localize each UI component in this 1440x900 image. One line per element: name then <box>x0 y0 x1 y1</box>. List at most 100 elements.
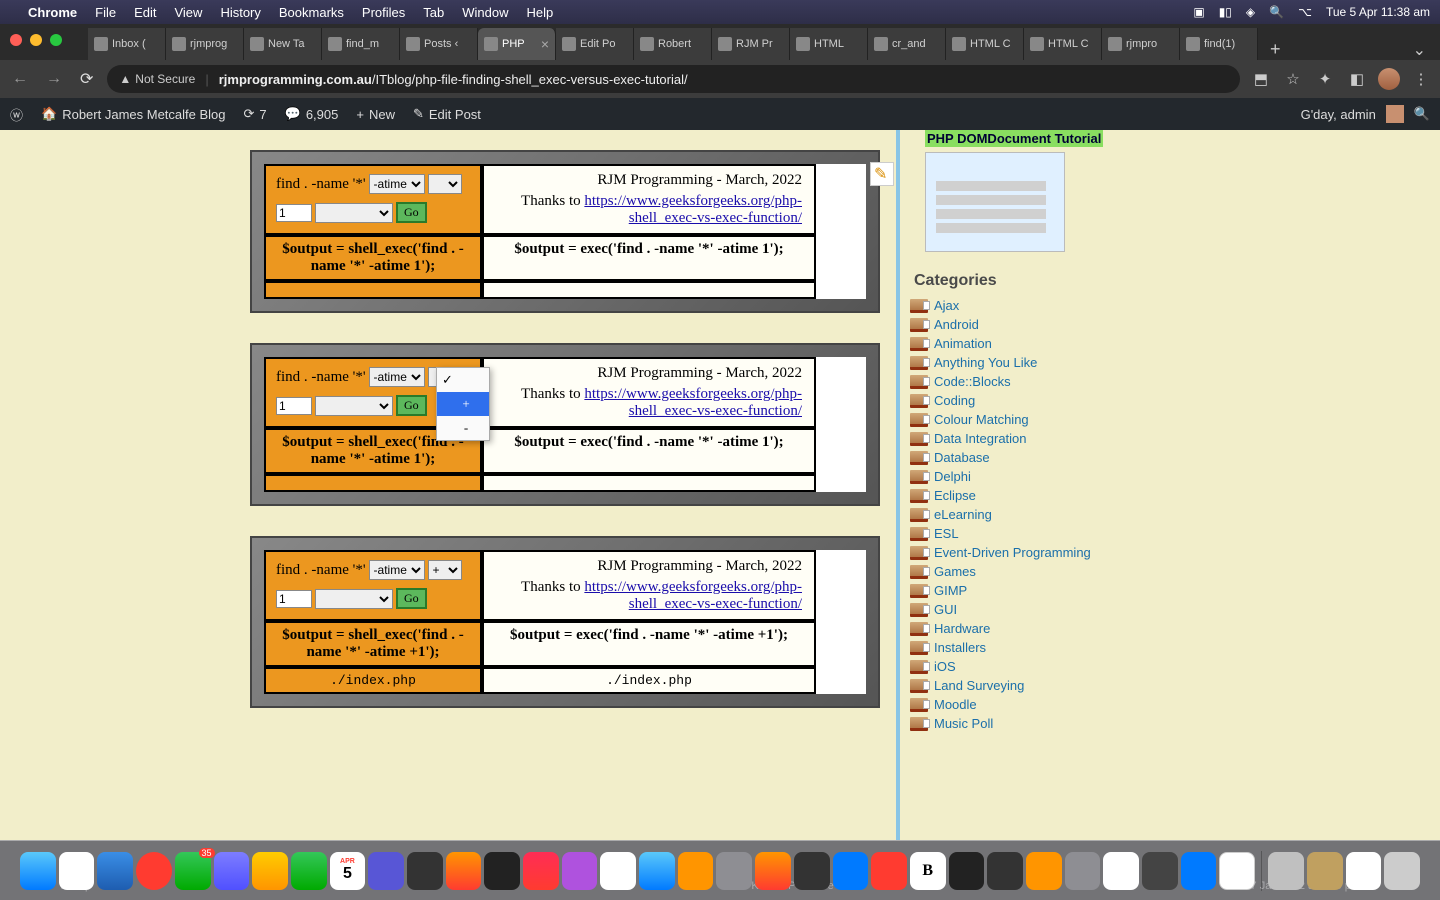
new-tab-button[interactable]: + <box>1258 39 1293 60</box>
tab-13[interactable]: rjmpro <box>1102 28 1180 60</box>
tab-1[interactable]: rjmprog <box>166 28 244 60</box>
tab-14[interactable]: find(1) <box>1180 28 1258 60</box>
wp-logo-icon[interactable]: ⓦ <box>10 105 23 124</box>
wp-new[interactable]: + New <box>356 107 395 122</box>
unit-select[interactable] <box>315 589 393 609</box>
wp-search-icon[interactable]: 🔍 <box>1414 106 1430 122</box>
gimp-dock-icon[interactable] <box>1142 852 1178 890</box>
category-link[interactable]: Land Surveying <box>934 678 1024 693</box>
category-link[interactable]: Coding <box>934 393 975 408</box>
tab-3[interactable]: find_m <box>322 28 400 60</box>
stocks-icon[interactable] <box>407 852 443 890</box>
menu-file[interactable]: File <box>95 5 116 20</box>
atime-select[interactable]: -atime <box>369 174 425 194</box>
tab-12[interactable]: HTML C <box>1024 28 1102 60</box>
category-link[interactable]: Ajax <box>934 298 959 313</box>
category-link[interactable]: Anything You Like <box>934 355 1037 370</box>
category-link[interactable]: GIMP <box>934 583 967 598</box>
category-link[interactable]: Database <box>934 450 990 465</box>
clock[interactable]: Tue 5 Apr 11:38 am <box>1326 5 1430 19</box>
category-link[interactable]: Event-Driven Programming <box>934 545 1091 560</box>
search-icon[interactable]: 🔍 <box>1269 5 1284 19</box>
category-link[interactable]: Music Poll <box>934 716 993 731</box>
wp-edit-post[interactable]: ✎ Edit Post <box>413 106 481 122</box>
tab-11[interactable]: HTML C <box>946 28 1024 60</box>
system-prefs-icon[interactable] <box>1065 852 1101 890</box>
wp-comments[interactable]: 💬 6,905 <box>285 106 339 122</box>
category-link[interactable]: GUI <box>934 602 957 617</box>
launchpad-icon[interactable] <box>59 852 95 890</box>
category-link[interactable]: Games <box>934 564 976 579</box>
widget-title[interactable]: PHP DOMDocument Tutorial <box>925 130 1103 147</box>
wp-site-link[interactable]: 🏠 Robert James Metcalfe Blog <box>41 106 225 122</box>
dropdown-option[interactable] <box>437 368 489 392</box>
calendar-icon[interactable]: APR5 <box>330 852 366 890</box>
wifi-icon[interactable]: ◈ <box>1246 5 1255 19</box>
wp-avatar-icon[interactable] <box>1386 105 1404 123</box>
menu-help[interactable]: Help <box>527 5 554 20</box>
menu-edit[interactable]: Edit <box>134 5 156 20</box>
menu-tab[interactable]: Tab <box>423 5 444 20</box>
category-link[interactable]: ESL <box>934 526 959 541</box>
minimize-window-icon[interactable] <box>30 34 42 46</box>
menu-bookmarks[interactable]: Bookmarks <box>279 5 344 20</box>
category-link[interactable]: Delphi <box>934 469 971 484</box>
audio-icon[interactable] <box>1026 852 1062 890</box>
battery-icon[interactable]: ▮▯ <box>1219 5 1232 19</box>
calculator-icon[interactable] <box>794 852 830 890</box>
tv-icon[interactable] <box>484 852 520 890</box>
n-input[interactable] <box>276 397 312 415</box>
tab-7[interactable]: Robert <box>634 28 712 60</box>
install-icon[interactable]: ⬒ <box>1250 68 1272 90</box>
category-link[interactable]: Eclipse <box>934 488 976 503</box>
finder-icon[interactable] <box>20 852 56 890</box>
n-input[interactable] <box>276 590 312 608</box>
tab-8[interactable]: RJM Pr <box>712 28 790 60</box>
tabs-overflow-button[interactable]: ⌄ <box>1399 40 1440 60</box>
close-window-icon[interactable] <box>10 34 22 46</box>
credit-link[interactable]: https://www.geeksforgeeks.org/php-shell_… <box>584 193 802 226</box>
facetime-icon[interactable] <box>291 852 327 890</box>
menu-view[interactable]: View <box>174 5 202 20</box>
atime-select[interactable]: -atime <box>369 560 425 580</box>
opera-icon[interactable] <box>136 852 172 890</box>
palette-icon[interactable] <box>716 852 752 890</box>
firefox-icon[interactable] <box>755 852 791 890</box>
photos-icon[interactable] <box>252 852 288 890</box>
menu-history[interactable]: History <box>220 5 260 20</box>
menu-profiles[interactable]: Profiles <box>362 5 405 20</box>
category-link[interactable]: iOS <box>934 659 956 674</box>
trash-icon[interactable] <box>1384 852 1420 890</box>
category-link[interactable]: Data Integration <box>934 431 1027 446</box>
music-app-icon[interactable] <box>446 852 482 890</box>
podcasts-app-icon[interactable] <box>214 852 250 890</box>
security-warning[interactable]: ▲ Not Secure <box>119 72 195 86</box>
messages-icon[interactable]: 35 <box>175 852 211 890</box>
appstore-icon[interactable] <box>639 852 675 890</box>
reload-button[interactable]: ⟳ <box>76 69 97 89</box>
credit-link[interactable]: https://www.geeksforgeeks.org/php-shell_… <box>584 386 802 419</box>
forward-button[interactable]: → <box>42 70 66 88</box>
intellij-icon[interactable] <box>987 852 1023 890</box>
control-center-icon[interactable]: ⌥ <box>1298 5 1312 19</box>
music-icon[interactable] <box>523 852 559 890</box>
filezilla-icon[interactable] <box>871 852 907 890</box>
back-button[interactable]: ← <box>8 70 32 88</box>
go-button[interactable]: Go <box>396 588 427 609</box>
tab-6[interactable]: Edit Po <box>556 28 634 60</box>
folder-icon[interactable] <box>1268 852 1304 890</box>
chrome-dock-icon[interactable] <box>1219 852 1255 890</box>
sign-select[interactable] <box>428 174 462 194</box>
close-tab-icon[interactable]: × <box>541 36 549 52</box>
n-input[interactable] <box>276 204 312 222</box>
tab-2[interactable]: New Ta <box>244 28 322 60</box>
category-link[interactable]: Android <box>934 317 979 332</box>
safari-icon[interactable] <box>97 852 133 890</box>
tab-4[interactable]: Posts ‹ <box>400 28 478 60</box>
bookmark-star-icon[interactable]: ☆ <box>1282 68 1304 90</box>
downloads-icon[interactable] <box>1307 852 1343 890</box>
category-link[interactable]: eLearning <box>934 507 992 522</box>
podcasts-icon[interactable] <box>562 852 598 890</box>
category-link[interactable]: Installers <box>934 640 986 655</box>
tab-0[interactable]: Inbox ( <box>88 28 166 60</box>
